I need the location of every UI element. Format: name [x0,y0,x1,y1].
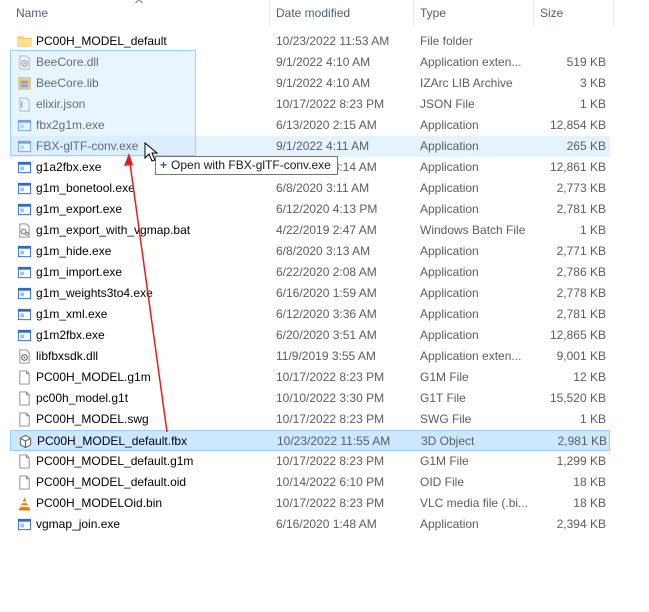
drag-arrow-line [128,155,168,433]
drag-arrow-annotation [124,153,168,433]
drag-arrow-overlay [124,141,168,433]
drag-arrow-head [124,153,133,166]
mouse-cursor-icon [144,141,159,162]
